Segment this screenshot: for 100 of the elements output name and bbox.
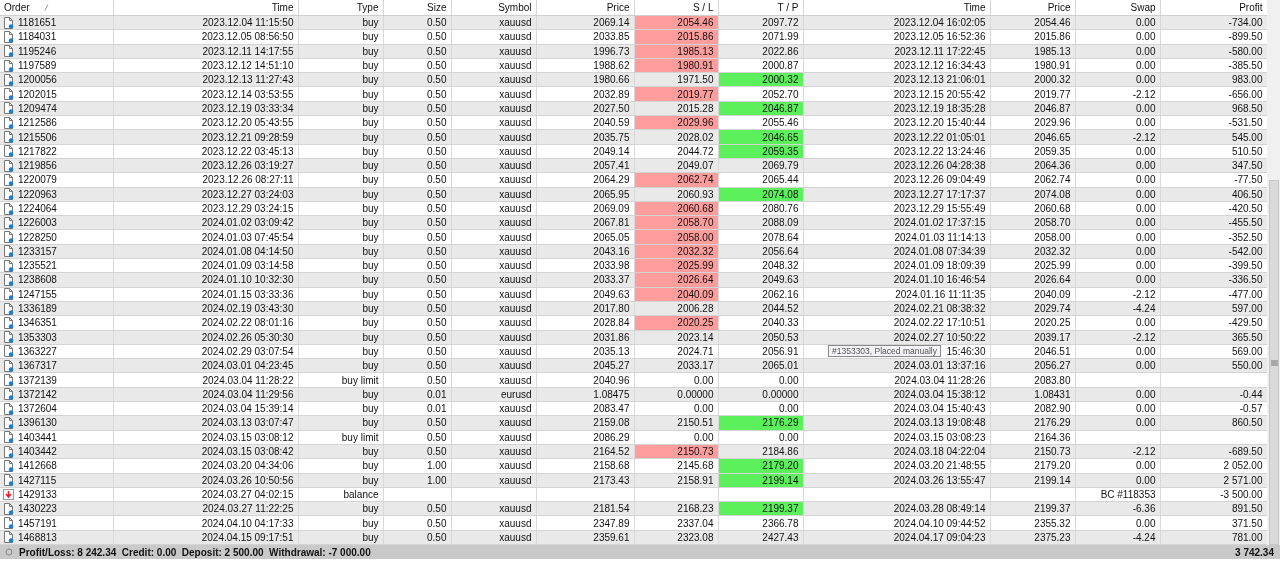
table-cell: xauusd bbox=[451, 29, 536, 45]
order-icon bbox=[3, 274, 14, 286]
status-icon bbox=[5, 548, 13, 556]
table-row[interactable]: 1430223 2024.03.27 11:22:25 buy 0.50 xauusd 2181.54 2168.23 2199.37 2024.03.28 08:49:14 2199.37 -6.36 891.50 bbox=[0, 501, 1267, 516]
table-row[interactable]: 1235521 2024.01.09 03:14:58 buy 0.50 xauusd 2033.98 2025.99 2048.32 2024.01.09 18:09:39 2025.99 0.00 -399.50 bbox=[0, 258, 1267, 273]
table-cell: 1372139 bbox=[18, 373, 57, 387]
table-cell: -2.12 bbox=[1075, 287, 1160, 302]
table-row[interactable]: 1372142 2024.03.04 11:29:56 buy 0.01 eurusd 1.08475 0.00000 0.00000 2024.03.04 15:38:12 1.08431 0.00 -0.44 bbox=[0, 387, 1267, 402]
table-row[interactable]: 1468813 2024.04.15 09:17:51 buy 0.50 xauusd 2359.61 2323.08 2427.43 2024.04.17 09:04:23 2375.23 -4.24 781.00 bbox=[0, 530, 1267, 545]
column-header[interactable]: Size bbox=[383, 0, 451, 16]
order-icon bbox=[3, 345, 14, 358]
column-header[interactable]: S / L bbox=[634, 0, 718, 16]
column-header[interactable]: Time bbox=[803, 0, 990, 16]
table-cell: 0.50 bbox=[383, 87, 451, 102]
table-cell: 1200056 bbox=[18, 73, 57, 87]
table-row[interactable]: 1197589 2023.12.12 14:51:10 buy 0.50 xauusd 1988.62 1980.91 2000.87 2023.12.12 16:34:43 1980.91 0.00 -385.50 bbox=[0, 58, 1267, 73]
table-row[interactable]: 1209474 2023.12.19 03:33:34 buy 0.50 xauusd 2027.50 2015.28 2046.87 2023.12.19 18:35:28 2046.87 0.00 968.50 bbox=[0, 101, 1267, 116]
table-row[interactable]: 1217822 2023.12.22 03:45:13 buy 0.50 xauusd 2049.14 2044.72 2059.35 2023.12.22 13:24:46 2059.35 0.00 510.50 bbox=[0, 144, 1267, 159]
column-header[interactable]: T / P bbox=[718, 0, 803, 16]
table-cell: 2024.01.16 11:11:35 bbox=[803, 287, 990, 302]
table-cell: -2.12 bbox=[1075, 87, 1160, 102]
table-cell: 2024.03.04 11:28:26 bbox=[803, 372, 990, 388]
scrollbar[interactable] bbox=[1267, 0, 1280, 545]
column-header[interactable]: Symbol bbox=[451, 0, 536, 16]
column-header[interactable]: Price bbox=[536, 0, 634, 16]
table-cell: 1181651 bbox=[18, 16, 57, 30]
table-row[interactable]: 1457191 2024.04.10 04:17:33 buy 0.50 xauusd 2347.89 2337.04 2366.78 2024.04.10 09:44:52 2355.32 0.00 371.50 bbox=[0, 515, 1267, 531]
table-row[interactable]: 1200056 2023.12.13 11:27:43 buy 0.50 xauusd 1980.66 1971.50 2000.32 2023.12.13 21:06:01 2000.32 0.00 983.00 bbox=[0, 72, 1267, 87]
table-cell: 0.00 bbox=[718, 372, 803, 388]
table-row[interactable]: 1181651 2023.12.04 11:15:50 buy 0.50 xauusd 2069.14 2054.46 2097.72 2023.12.04 16:02:05 2054.46 0.00 -734.00 bbox=[0, 15, 1267, 30]
table-row[interactable]: 1346351 2024.02.22 08:01:16 buy 0.50 xauusd 2028.84 2020.25 2040.33 2024.02.22 17:10:51 2020.25 0.00 -429.50 bbox=[0, 315, 1267, 331]
table-cell: 0.50 bbox=[383, 515, 451, 531]
table-row[interactable]: 1226003 2024.01.02 03:09:42 buy 0.50 xauusd 2067.81 2058.70 2088.09 2024.01.02 17:37:15 2058.70 0.00 -455.50 bbox=[0, 215, 1267, 230]
column-header[interactable]: Type bbox=[298, 0, 383, 16]
table-cell: 2023.12.29 15:55:49 bbox=[803, 201, 990, 216]
table-cell: buy bbox=[298, 229, 383, 245]
sort-icon bbox=[43, 4, 49, 11]
table-row[interactable]: 1220963 2023.12.27 03:24:03 buy 0.50 xauusd 2065.95 2060.93 2074.08 2023.12.27 17:17:37 2074.08 0.00 406.50 bbox=[0, 187, 1267, 202]
table-cell: 2078.64 bbox=[718, 229, 803, 245]
order-icon bbox=[3, 459, 14, 472]
table-cell: xauusd bbox=[451, 515, 536, 531]
table-row[interactable]: 1372604 2024.03.04 15:39:14 buy 0.01 xauusd 2083.47 0.00 0.00 2024.03.04 15:40:43 2082.90 0.00 -0.57 bbox=[0, 401, 1267, 416]
table-row[interactable]: 1228250 2024.01.03 07:45:54 buy 0.50 xauusd 2065.05 2058.00 2078.64 2024.01.03 11:14:13 2058.00 0.00 -352.50 bbox=[0, 229, 1267, 245]
table-cell: 2164.36 bbox=[990, 430, 1075, 445]
table-cell: 0.00 bbox=[1075, 115, 1160, 130]
table-cell: 2029.96 bbox=[990, 115, 1075, 130]
table-row[interactable]: 1215506 2023.12.21 09:28:59 buy 0.50 xauusd 2035.75 2028.02 2046.65 2023.12.22 01:05:01 2046.65 -2.12 545.00 bbox=[0, 129, 1267, 145]
table-cell: 1197589 bbox=[18, 59, 57, 73]
table-row[interactable]: 1429133 2024.03.27 04:02:15 balance BC #118353 -3 500.00 bbox=[0, 487, 1267, 502]
table-cell: 2062.74 bbox=[990, 172, 1075, 188]
order-icon bbox=[3, 374, 14, 387]
table-cell: 2052.70 bbox=[718, 87, 803, 102]
table-cell: buy limit bbox=[298, 430, 383, 445]
order-icon bbox=[3, 288, 14, 301]
column-header[interactable]: Price bbox=[990, 0, 1075, 16]
table-row[interactable]: 1372139 2024.03.04 11:28:22 buy limit 0.50 xauusd 2040.96 0.00 0.00 2024.03.04 11:28:26 2083.80 bbox=[0, 372, 1267, 388]
table-cell: 0.50 bbox=[383, 258, 451, 273]
table-row[interactable]: 1336189 2024.02.19 03:43:30 buy 0.50 xauusd 2017.80 2006.28 2044.52 2024.02.21 08:38:32 2029.74 -4.24 597.00 bbox=[0, 301, 1267, 316]
table-cell: 2060.68 bbox=[990, 201, 1075, 216]
table-cell: 2023.12.22 13:24:46 bbox=[803, 144, 990, 159]
table-row[interactable]: 1220079 2023.12.26 08:27:11 buy 0.50 xauusd 2064.29 2062.74 2065.44 2023.12.26 09:04:49 2062.74 0.00 -77.50 bbox=[0, 172, 1267, 188]
table-row[interactable]: 1367317 2024.03.01 04:23:45 buy 0.50 xauusd 2045.27 2033.17 2065.01 2024.03.01 13:37:16 2056.27 0.00 550.00 bbox=[0, 358, 1267, 373]
table-cell: xauusd bbox=[451, 87, 536, 102]
table-cell: 2086.29 bbox=[536, 430, 634, 445]
table-row[interactable]: 1238608 2024.01.10 10:32:30 buy 0.50 xauusd 2033.37 2026.64 2049.63 2024.01.10 16:46:54 2026.64 0.00 -336.50 bbox=[0, 272, 1267, 288]
table-row[interactable]: 1247155 2024.01.15 03:33:36 buy 0.50 xauusd 2049.63 2040.09 2062.16 2024.01.16 11:11:35 2040.09 -2.12 -477.00 bbox=[0, 287, 1267, 302]
table-cell: 2080.76 bbox=[718, 201, 803, 216]
column-header[interactable]: Swap bbox=[1075, 0, 1160, 16]
table-row[interactable]: 1195246 2023.12.11 14:17:55 buy 0.50 xauusd 1996.73 1985.13 2022.86 2023.12.11 17:22:45 1985.13 0.00 -580.00 bbox=[0, 44, 1267, 59]
table-row[interactable]: 1353303 2024.02.26 05:30:30 buy 0.50 xauusd 2031.86 2023.14 2050.53 2024.02.27 10:50:22 2039.17 -2.12 365.50 bbox=[0, 330, 1267, 345]
table-cell: 0.00 bbox=[1075, 144, 1160, 159]
table-cell: 2048.32 bbox=[718, 258, 803, 273]
table-row[interactable]: 1427115 2024.03.26 10:50:56 buy 1.00 xauusd 2173.43 2158.91 2199.14 2024.03.26 13:55:47 2199.14 0.00 2 571.00 bbox=[0, 473, 1267, 488]
order-icon bbox=[3, 116, 14, 129]
table-row[interactable]: 1233157 2024.01.08 04:14:50 buy 0.50 xauusd 2043.16 2032.32 2056.64 2024.01.08 07:34:39 2032.32 0.00 -542.00 bbox=[0, 244, 1267, 259]
column-header[interactable]: Time bbox=[113, 0, 298, 16]
table-cell: 1363227 bbox=[18, 344, 57, 358]
table-cell: 1372142 bbox=[18, 387, 57, 401]
table-cell: 2024.03.27 04:02:15 bbox=[113, 487, 298, 502]
column-header[interactable]: Profit bbox=[1160, 0, 1267, 16]
table-row[interactable]: 1219856 2023.12.26 03:19:27 buy 0.50 xauusd 2057.41 2049.07 2069.79 2023.12.26 04:28:38 2064.36 0.00 347.50 bbox=[0, 158, 1267, 173]
table-cell: 1980.91 bbox=[990, 58, 1075, 73]
table-cell: 0.50 bbox=[383, 29, 451, 45]
table-cell: 1202015 bbox=[18, 87, 57, 101]
table-cell: xauusd bbox=[451, 430, 536, 445]
table-row[interactable]: 1202015 2023.12.14 03:53:55 buy 0.50 xauusd 2032.89 2019.77 2052.70 2023.12.15 20:55:42 2019.77 -2.12 -656.00 bbox=[0, 87, 1267, 102]
order-icon bbox=[3, 359, 14, 372]
order-icon bbox=[3, 416, 14, 429]
table-cell: 0.00 bbox=[634, 430, 718, 445]
table-row[interactable]: 1403442 2024.03.15 03:08:42 buy 0.50 xauusd 2164.52 2150.73 2184.86 2024.03.18 04:22:04 2150.73 -2.12 -689.50 bbox=[0, 444, 1267, 459]
table-row[interactable]: 1412668 2024.03.20 04:34:06 buy 1.00 xauusd 2158.68 2145.68 2179.20 2024.03.20 21:48:55 2179.20 0.00 2 052.00 bbox=[0, 458, 1267, 473]
table-cell: 0.50 bbox=[383, 58, 451, 73]
table-cell: 1468813 bbox=[18, 530, 57, 544]
table-row[interactable]: 1212586 2023.12.20 05:43:55 buy 0.50 xauusd 2040.59 2029.96 2055.46 2023.12.20 15:40:44 2029.96 0.00 -531.50 bbox=[0, 115, 1267, 130]
table-row[interactable]: 1396130 2024.03.13 03:07:47 buy 0.50 xauusd 2159.08 2150.51 2176.29 2024.03.13 19:08:48 2176.29 0.00 860.50 bbox=[0, 415, 1267, 431]
order-icon bbox=[3, 202, 14, 215]
table-row[interactable]: 1224064 2023.12.29 03:24:15 buy 0.50 xauusd 2069.09 2060.68 2080.76 2023.12.29 15:55:49 2060.68 0.00 -420.50 bbox=[0, 201, 1267, 216]
table-row[interactable]: 1184031 2023.12.05 08:56:50 buy 0.50 xauusd 2033.85 2015.86 2071.99 2023.12.05 16:52:36 2015.86 0.00 -899.50 bbox=[0, 29, 1267, 45]
table-row[interactable]: 1403441 2024.03.15 03:08:12 buy limit 0.50 xauusd 2086.29 0.00 0.00 2024.03.15 03:08:23 2164.36 bbox=[0, 430, 1267, 445]
table-cell: 1247155 bbox=[18, 287, 57, 301]
